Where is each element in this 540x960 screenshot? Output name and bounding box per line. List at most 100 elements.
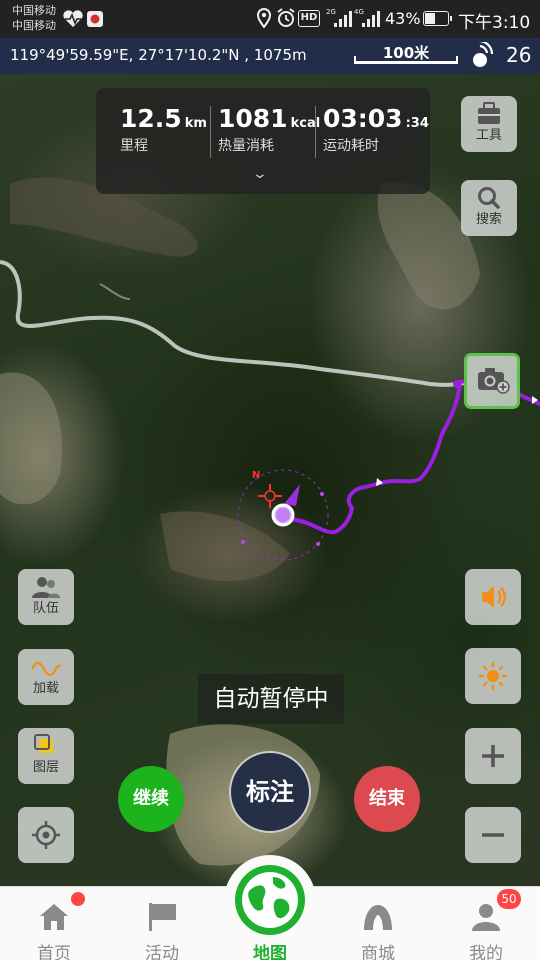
signal-strength-icon-1: 2G	[326, 8, 354, 27]
team-icon	[32, 577, 60, 598]
carrier-1: 中国移动	[12, 4, 56, 17]
distance-label: 里程	[120, 138, 148, 154]
bottom-nav: 首页 活动 地图 商城 我的 50	[0, 855, 540, 960]
gps-coordinates: 119°49'59.59"E, 27°17'10.2"N , 1075m	[10, 46, 307, 64]
tab-activity-label: 活动	[145, 944, 179, 960]
tools-label: 工具	[475, 128, 502, 143]
tab-home[interactable]: 首页	[0, 887, 108, 960]
load-track-button[interactable]: 加载	[18, 649, 74, 705]
chevron-down-icon[interactable]: ⌄	[252, 166, 268, 182]
gps-satellite-icon[interactable]	[470, 42, 500, 70]
path-branch	[99, 283, 131, 300]
compass-tick	[241, 540, 245, 544]
continue-button[interactable]: 继续	[118, 766, 184, 832]
compass-tick	[316, 542, 320, 546]
load-label: 加载	[32, 681, 59, 696]
alarm-icon	[277, 8, 295, 27]
sun-icon	[478, 661, 508, 691]
unread-badge: 50	[497, 889, 521, 909]
layers-button[interactable]: 图层	[18, 728, 74, 784]
location-icon	[256, 8, 272, 28]
track-start-point	[453, 380, 461, 388]
flag-icon	[149, 903, 176, 931]
battery-percent: 43%	[385, 9, 421, 28]
calories-value: 1081	[218, 104, 288, 133]
tab-store-label: 商城	[361, 944, 395, 960]
plus-icon	[482, 745, 504, 767]
compass-tick	[320, 492, 324, 496]
calories-label: 热量消耗	[218, 138, 274, 154]
layers-icon	[34, 734, 53, 753]
divider	[210, 106, 211, 158]
speaker-icon	[482, 586, 506, 608]
tent-icon	[364, 905, 392, 930]
divider	[315, 106, 316, 158]
team-label: 队伍	[32, 601, 59, 616]
satellite-map[interactable]: N 12.5 km 里程 1081 kcal 热量消耗 03:03:34 运动耗时 …	[0, 74, 540, 886]
layers-label: 图层	[32, 760, 59, 775]
distance-stat: 12.5 km 里程	[120, 104, 207, 155]
heading-arrow-icon	[284, 484, 300, 506]
distance-value: 12.5	[120, 104, 182, 133]
tab-mine[interactable]: 我的	[432, 887, 540, 960]
network-type-1: 2G	[326, 8, 336, 16]
heart-rate-icon	[63, 10, 83, 27]
tab-store[interactable]: 商城	[324, 887, 432, 960]
end-button[interactable]: 结束	[354, 766, 420, 832]
auto-pause-status: 自动暂停中	[198, 674, 344, 724]
mountain-road	[0, 260, 469, 387]
carrier-2: 中国移动	[12, 19, 56, 32]
home-icon	[40, 904, 68, 930]
minus-icon	[482, 833, 504, 837]
map-scale: 100米	[354, 42, 458, 68]
tab-mine-label: 我的	[469, 944, 503, 960]
duration-label: 运动耗时	[323, 138, 379, 154]
distance-unit: km	[184, 116, 207, 131]
add-photo-marker[interactable]	[464, 353, 520, 409]
network-type-2: 4G	[354, 8, 364, 16]
zoom-out-button[interactable]	[465, 807, 521, 863]
terrain-terraces	[0, 372, 62, 505]
globe-icon	[235, 865, 305, 935]
terrain-clearing	[160, 511, 290, 581]
hd-voice-icon: HD	[298, 10, 320, 27]
tab-map[interactable]: 地图	[216, 865, 324, 960]
search-button[interactable]: 搜索	[461, 180, 517, 236]
sound-button[interactable]	[465, 569, 521, 625]
current-location-dot	[276, 508, 290, 522]
globe-continents	[242, 872, 298, 928]
tab-activity[interactable]: 活动	[108, 887, 216, 960]
tab-map-label: 地图	[253, 944, 287, 960]
locate-button[interactable]	[18, 807, 74, 863]
crosshair-icon	[258, 484, 282, 508]
satellite-count: 26	[506, 43, 532, 67]
tools-button[interactable]: 工具	[461, 96, 517, 152]
battery-icon	[423, 11, 452, 26]
signal-strength-icon-2: 4G	[354, 8, 382, 27]
zoom-in-button[interactable]	[465, 728, 521, 784]
duration-stat: 03:03:34 运动耗时	[323, 104, 429, 155]
locate-target-icon	[32, 821, 60, 849]
stats-panel[interactable]: 12.5 km 里程 1081 kcal 热量消耗 03:03:34 运动耗时 ⌄	[96, 88, 430, 194]
app-notification-icon	[87, 11, 103, 27]
clock: 下午3:10	[458, 13, 531, 33]
search-label: 搜索	[475, 212, 502, 227]
tab-home-label: 首页	[37, 944, 71, 960]
duration-value: 03:03	[323, 104, 403, 133]
track-wave-icon	[31, 661, 62, 677]
toolbox-icon	[478, 102, 500, 124]
camera-add-icon	[478, 368, 510, 394]
map-scale-label: 100米	[382, 44, 430, 62]
brightness-button[interactable]	[465, 648, 521, 704]
team-button[interactable]: 队伍	[18, 569, 74, 625]
coordinate-bar: 119°49'59.59"E, 27°17'10.2"N , 1075m 100…	[0, 38, 540, 74]
scale-bar-icon	[354, 56, 458, 64]
notification-dot	[71, 892, 85, 906]
compass-north-label: N	[252, 470, 260, 481]
calories-stat: 1081 kcal 热量消耗	[218, 104, 320, 155]
battery-level	[425, 13, 436, 24]
search-icon	[478, 187, 500, 209]
duration-seconds: :34	[405, 116, 429, 131]
mark-button[interactable]: 标注	[229, 751, 311, 833]
carrier-labels: 中国移动 中国移动	[12, 3, 56, 33]
